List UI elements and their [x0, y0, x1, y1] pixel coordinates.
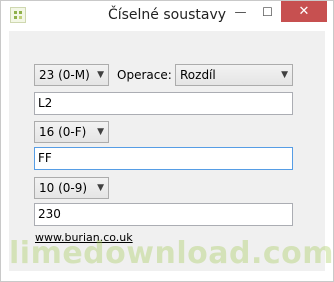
app-window: Číselné soustavy — ☐ ✕ 23 (0-M) ▼ Operac… — [0, 0, 334, 282]
chevron-down-icon: ▼ — [281, 70, 288, 80]
result-output[interactable]: 230 — [34, 203, 293, 226]
close-button[interactable]: ✕ — [281, 1, 327, 22]
chevron-down-icon: ▼ — [97, 70, 104, 80]
number-input-2[interactable]: FF — [34, 147, 293, 170]
maximize-button[interactable]: ☐ — [254, 1, 281, 22]
watermark-logo: limedownload.com — [9, 236, 334, 271]
number-input-1[interactable]: L2 — [34, 92, 293, 115]
minimize-button[interactable]: — — [227, 1, 254, 22]
chevron-down-icon: ▼ — [97, 183, 104, 193]
operation-label: Operace: — [117, 68, 172, 82]
window-controls: — ☐ ✕ — [227, 1, 327, 22]
base-select-2[interactable]: 16 (0-F) ▼ — [34, 121, 109, 143]
form-area: 23 (0-M) ▼ Operace: Rozdíl ▼ L2 16 (0-F)… — [9, 31, 334, 271]
base-select-3-value: 10 (0-9) — [39, 181, 88, 195]
title-bar[interactable]: Číselné soustavy — ☐ ✕ — [1, 1, 333, 31]
base-select-2-value: 16 (0-F) — [39, 125, 87, 139]
base-select-1[interactable]: 23 (0-M) ▼ — [34, 64, 109, 86]
base-select-1-value: 23 (0-M) — [39, 68, 90, 82]
operation-select-value: Rozdíl — [180, 68, 216, 82]
base-select-3[interactable]: 10 (0-9) ▼ — [34, 177, 109, 199]
operation-select[interactable]: Rozdíl ▼ — [175, 64, 293, 86]
chevron-down-icon: ▼ — [97, 127, 104, 137]
